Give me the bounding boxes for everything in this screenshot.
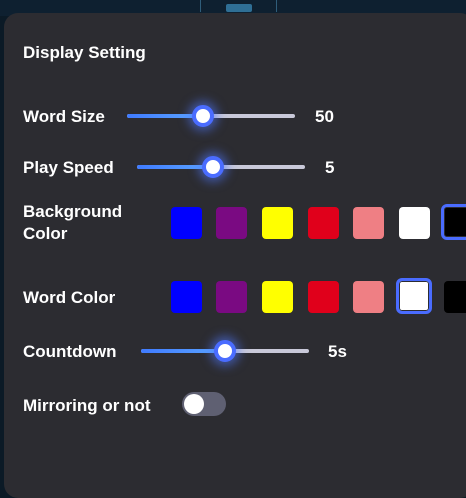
background-color-label: Background Color [23, 202, 123, 243]
countdown-slider[interactable] [141, 340, 309, 362]
word-color-swatch-white[interactable] [396, 278, 432, 314]
play-speed-value: 5 [325, 158, 335, 177]
background-color-swatch-pink[interactable] [353, 207, 384, 239]
top-strip-marker [226, 4, 252, 12]
mirroring-toggle[interactable] [182, 392, 226, 416]
background-color-swatch-purple[interactable] [216, 207, 247, 239]
background-color-swatch-yellow[interactable] [262, 207, 293, 239]
countdown-slider-thumb[interactable] [214, 340, 236, 362]
word-size-slider-thumb[interactable] [192, 105, 214, 127]
countdown-label: Countdown [23, 342, 117, 361]
top-strip-tick [276, 0, 277, 12]
background-color-swatch-red[interactable] [308, 207, 339, 239]
countdown-value: 5s [328, 342, 347, 361]
word-color-swatch-red[interactable] [308, 281, 339, 313]
play-speed-slider[interactable] [137, 156, 305, 178]
word-color-swatch-blue[interactable] [171, 281, 202, 313]
word-color-swatch-black[interactable] [444, 281, 466, 313]
word-size-slider[interactable] [127, 105, 295, 127]
word-color-swatch-pink[interactable] [353, 281, 384, 313]
word-size-label: Word Size [23, 107, 105, 126]
mirroring-toggle-knob [184, 394, 204, 414]
word-size-value: 50 [315, 107, 334, 126]
background-color-swatch-white[interactable] [399, 207, 430, 239]
play-speed-label: Play Speed [23, 158, 114, 177]
panel-title: Display Setting [23, 43, 146, 62]
play-speed-slider-thumb[interactable] [202, 156, 224, 178]
display-setting-panel: Display Setting Word Size 50 Play Speed … [4, 13, 466, 498]
word-color-swatch-purple[interactable] [216, 281, 247, 313]
top-strip-tick [200, 0, 201, 12]
word-color-label: Word Color [23, 288, 116, 307]
background-color-swatch-black[interactable] [441, 204, 466, 240]
word-color-swatch-yellow[interactable] [262, 281, 293, 313]
mirroring-label: Mirroring or not [23, 396, 151, 415]
background-color-swatch-blue[interactable] [171, 207, 202, 239]
countdown-slider-fill [141, 349, 225, 353]
